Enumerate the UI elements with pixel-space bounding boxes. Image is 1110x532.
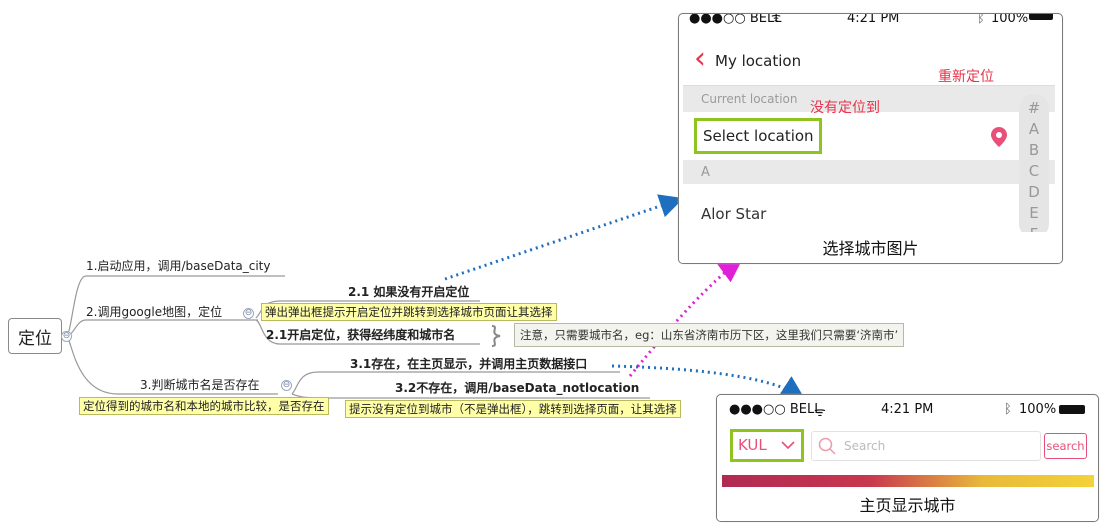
- section-current-label: Current location: [701, 92, 798, 106]
- index-letter[interactable]: E: [1019, 203, 1049, 224]
- root-node[interactable]: 定位: [8, 318, 62, 354]
- battery-icon: [1059, 405, 1085, 414]
- index-letter[interactable]: A: [1019, 119, 1049, 140]
- battery-text: 100%: [1019, 402, 1057, 417]
- back-chevron-icon[interactable]: ‹: [694, 44, 706, 74]
- select-location-label: Select location: [703, 127, 814, 145]
- search-icon: [818, 437, 836, 455]
- time-text: 4:21 PM: [847, 13, 900, 26]
- chevron-down-icon: [781, 441, 795, 450]
- city-row-alor-star[interactable]: Alor Star: [701, 205, 766, 223]
- search-button[interactable]: search: [1044, 433, 1087, 459]
- bluetooth-icon: ᛒ: [977, 13, 985, 26]
- search-placeholder: Search: [844, 439, 886, 453]
- root-label: 定位: [18, 328, 52, 349]
- index-letter[interactable]: B: [1019, 140, 1049, 161]
- not-located-annotation: 没有定位到: [810, 100, 880, 116]
- home-screenshot: ●●●○○ BELL ᯤ 4:21 PM ᛒ 100% KUL Search s…: [716, 394, 1099, 522]
- battery-icon: [1029, 14, 1053, 20]
- section-header-a: A: [683, 160, 1055, 184]
- branch-2[interactable]: 2.调用google地图，定位: [86, 304, 222, 320]
- sub-branch-2-1-b[interactable]: 2.1开启定位，获得经纬度和城市名: [266, 327, 455, 343]
- screen-title: My location: [715, 52, 802, 70]
- carrier-text: ●●●○○ BELL: [729, 402, 822, 417]
- index-letter[interactable]: #: [1019, 98, 1049, 119]
- sub-branch-2-1-a[interactable]: 2.1 如果没有开启定位: [348, 284, 469, 300]
- branch-1[interactable]: 1.启动应用，调用/baseData_city: [86, 258, 271, 274]
- sub-branch-3-1[interactable]: 3.1存在，在主页显示，并调用主页数据接口: [350, 356, 587, 372]
- carrier-text: ●●●○○ BELL: [689, 13, 782, 26]
- city-select-screenshot: ●●●○○ BELL ᯤ 4:21 PM ᛒ 100% ‹ My locatio…: [678, 13, 1063, 264]
- status-bar: ●●●○○ BELL ᯤ 4:21 PM ᛒ 100%: [689, 13, 1053, 26]
- city-selector-label: KUL: [738, 436, 767, 454]
- city-caption: 选择城市图片: [822, 239, 919, 258]
- time-text: 4:21 PM: [881, 402, 934, 417]
- location-pin-icon[interactable]: [990, 126, 1008, 148]
- collapse-icon[interactable]: ⊖: [61, 331, 72, 342]
- home-caption: 主页显示城市: [859, 496, 956, 515]
- alphabet-index[interactable]: #ABCDEF: [1019, 94, 1049, 238]
- battery-text: 100%: [991, 13, 1029, 26]
- search-input[interactable]: Search: [811, 431, 1041, 461]
- branch-3[interactable]: 3.判断城市名是否存在: [140, 377, 259, 393]
- sub-branch-3-2[interactable]: 3.2不存在，调用/baseData_notlocation: [395, 380, 639, 396]
- note-branch-3-2: 提示没有定位到城市（不是弹出框），跳转到选择页面，让其选择: [345, 400, 681, 418]
- index-letter[interactable]: C: [1019, 161, 1049, 182]
- status-bar: ●●●○○ BELL ᯤ 4:21 PM ᛒ 100%: [729, 402, 1089, 420]
- relocate-annotation: 重新定位: [938, 69, 994, 85]
- bluetooth-icon: ᛒ: [1004, 402, 1012, 417]
- note-branch-2: 弹出弹出框提示开启定位并跳转到选择城市页面让其选择: [261, 303, 557, 321]
- city-selector[interactable]: KUL: [730, 429, 804, 462]
- index-letter[interactable]: D: [1019, 182, 1049, 203]
- collapse-icon[interactable]: ⊖: [281, 380, 292, 391]
- collapse-icon[interactable]: ⊖: [243, 308, 254, 319]
- banner-image: [722, 475, 1094, 487]
- wifi-icon: ᯤ: [814, 405, 826, 420]
- note-branch-3: 定位得到的城市名和本地的城市比较，是否存在: [79, 397, 329, 415]
- select-location-button[interactable]: Select location: [694, 118, 822, 154]
- hint-note: 注意，只需要城市名，eg：山东省济南市历下区，这里我们只需要‘济南市’: [514, 323, 905, 347]
- wifi-icon: ᯤ: [771, 13, 782, 24]
- section-a-label: A: [701, 165, 710, 180]
